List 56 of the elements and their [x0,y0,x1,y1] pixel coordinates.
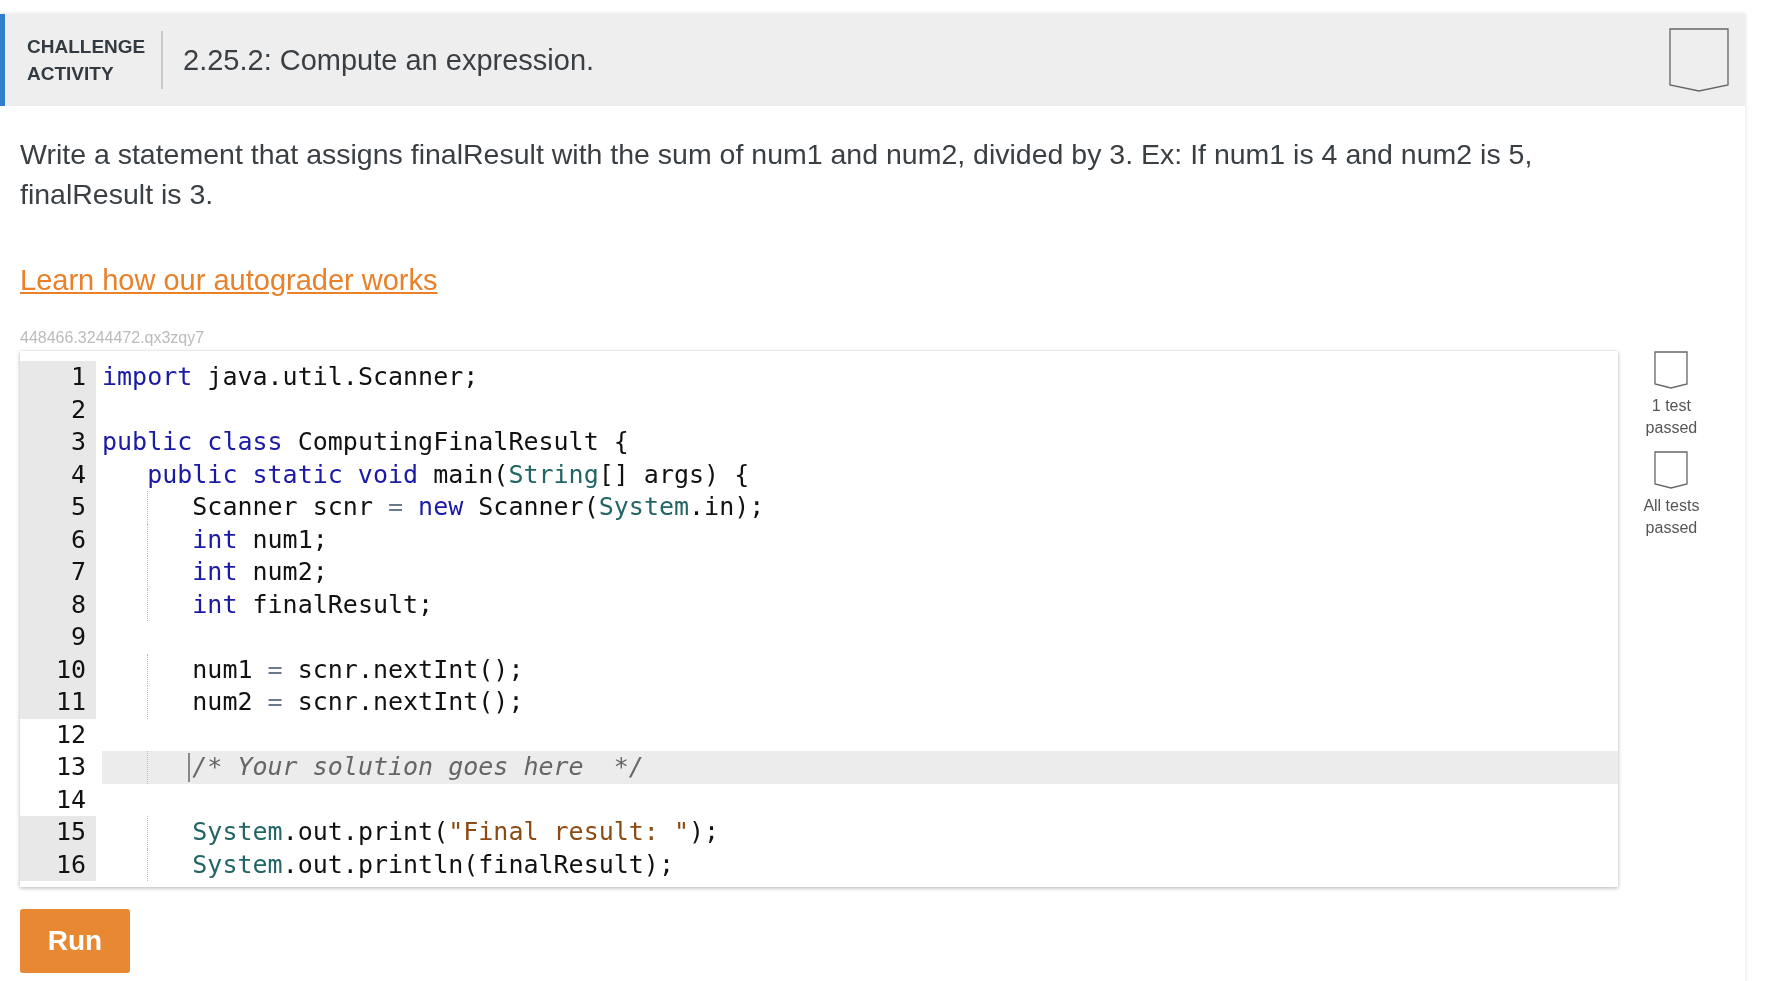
code-text: ); [689,817,720,846]
code-type: System [192,817,283,846]
code-text: finalResult; [251,589,434,619]
autograder-link[interactable]: Learn how our autograder works [20,264,438,297]
code-text: num1 [192,654,254,684]
code-string: "Final result: " [448,817,690,846]
line-number: 4 [20,458,96,491]
code-text: .out.print( [282,817,449,846]
line-number: 11 [20,686,96,719]
line-number: 2 [20,393,96,426]
code-keyword: public static void [147,459,419,489]
code-keyword: import [102,362,193,391]
code-keyword: int [192,589,238,619]
code-comment: /* Your solution goes here */ [192,752,644,781]
code-editor[interactable] [20,351,1618,887]
code-type: System [598,492,690,521]
code-text: num2; [251,557,328,586]
line-number: 5 [20,491,96,524]
line-number: 16 [20,848,96,881]
code-text: .out.println(finalResult); [282,849,674,879]
code-text: ComputingFinalResult { [296,427,629,456]
line-number: 6 [20,523,96,556]
code-operator: = [388,492,404,521]
code-operator: = [267,654,283,684]
code-type: System [192,849,283,879]
code-keyword: int [192,524,238,554]
code-text: [] args) { [598,459,750,489]
code-keyword: int [192,557,238,586]
test-status-label: All tests passed [1642,496,1701,538]
run-button[interactable]: Run [20,909,130,973]
test-status-label: 1 test passed [1644,396,1699,438]
code-text: main( [432,459,509,489]
line-number: 7 [20,556,96,589]
code-text: scnr.nextInt(); [296,654,524,684]
line-number: 9 [20,621,96,654]
code-operator: = [267,687,283,716]
code-text: num1; [251,524,328,554]
line-number: 8 [20,588,96,621]
code-text: Scanner( [477,492,599,521]
activity-title: 2.25.2: Compute an expression. [183,43,596,77]
line-number: 1 [20,361,96,394]
code-text: Scanner scnr [192,492,374,521]
code-keyword: new [417,492,464,521]
line-number: 3 [20,426,96,459]
text-cursor [188,753,191,782]
code-keyword: public class [102,427,283,456]
line-number: 10 [20,653,96,686]
code-text: num2 [192,687,254,716]
activity-label: CHALLENGE ACTIVITY [27,35,147,86]
code-text: scnr.nextInt(); [296,687,524,716]
code-text: .in); [689,492,765,521]
problem-id: 448466.3244472.qx3zqy7 [20,329,206,347]
code-text: java.util.Scanner; [206,362,479,391]
line-number: 15 [20,816,96,849]
instructions-text: Write a statement that assigns finalResult with the sum of num1 and num2, divided by 3. Ex: If num1 is 4 and num2 is 5, finalResult is 3. [20,137,1534,212]
code-type: String [508,459,599,489]
